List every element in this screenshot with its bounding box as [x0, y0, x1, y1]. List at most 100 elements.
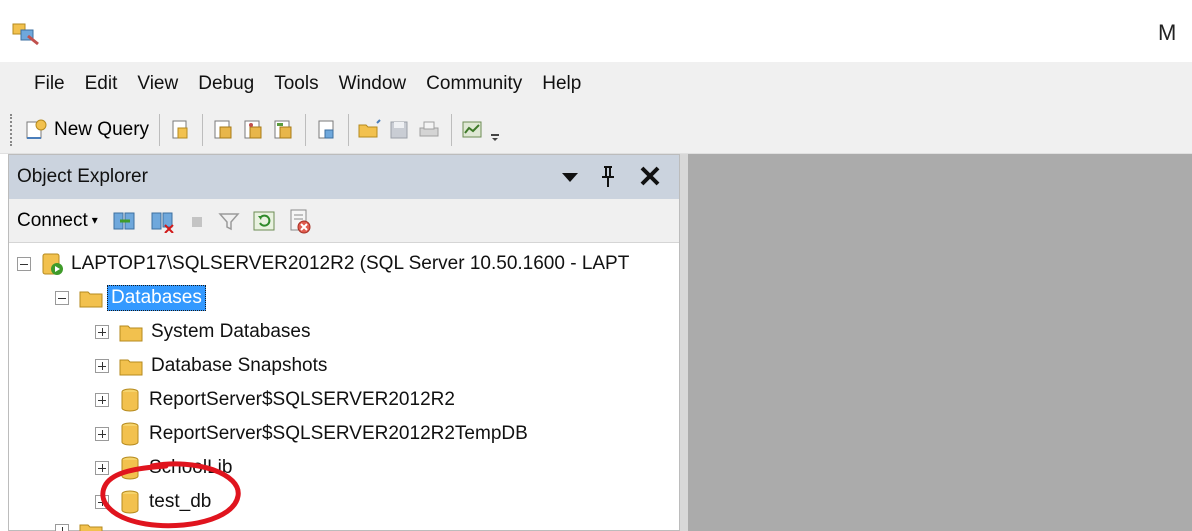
expand-toggle[interactable]	[95, 325, 109, 339]
tree-node-label: test_db	[149, 491, 212, 512]
expand-toggle[interactable]	[95, 427, 109, 441]
menu-window[interactable]: Window	[333, 73, 421, 95]
toolbar-grip[interactable]	[10, 113, 14, 146]
collapse-toggle[interactable]	[17, 257, 31, 271]
database-engine-query-button[interactable]	[211, 112, 235, 148]
xml-query-icon	[274, 120, 292, 138]
script-wizard-button[interactable]	[288, 208, 312, 234]
collapse-toggle[interactable]	[55, 291, 69, 305]
toolbar-separator	[159, 113, 161, 146]
database-icon	[121, 490, 139, 514]
tree-node-label: ReportServer$SQLSERVER2012R2	[149, 389, 455, 410]
toolbar-overflow-button[interactable]	[490, 112, 500, 148]
menu-edit[interactable]: Edit	[79, 73, 132, 95]
connect-server-icon	[113, 212, 135, 229]
tree-node-label: System Databases	[151, 321, 311, 342]
pin-icon[interactable]	[599, 161, 617, 197]
expand-toggle[interactable]	[95, 461, 109, 475]
connect-server-button[interactable]	[112, 209, 138, 233]
activity-monitor-button[interactable]	[460, 112, 484, 148]
databases-label: Databases	[107, 285, 206, 311]
menu-community[interactable]: Community	[420, 73, 536, 95]
tree-node-label: ReportServer$SQLSERVER2012R2TempDB	[149, 423, 528, 444]
tree-node-database[interactable]: ReportServer$SQLSERVER2012R2	[95, 383, 455, 417]
pane-splitter[interactable]	[680, 154, 688, 531]
menu-help[interactable]: Help	[536, 73, 595, 95]
activity-monitor-icon	[462, 121, 482, 137]
menu-tools[interactable]: Tools	[268, 73, 332, 95]
tree-node-label: SchoolLib	[149, 457, 233, 478]
folder-icon	[79, 291, 103, 308]
document-area	[688, 154, 1192, 531]
menu-debug[interactable]: Debug	[192, 73, 268, 95]
tree-node-server[interactable]: LAPTOP17\SQLSERVER2012R2 (SQL Server 10.…	[17, 247, 629, 281]
new-file-icon	[172, 120, 188, 138]
dropdown-arrow-icon[interactable]	[561, 161, 579, 197]
new-document-icon	[318, 120, 334, 138]
connect-label: Connect	[17, 209, 88, 231]
object-explorer-toolbar: Connect ▾	[9, 199, 679, 243]
server-label: LAPTOP17\SQLSERVER2012R2 (SQL Server 10.…	[71, 253, 630, 274]
save-icon	[390, 121, 408, 138]
tree-node-label: Database Snapshots	[151, 355, 328, 376]
save-button[interactable]	[387, 112, 411, 148]
tree-node-database-test-db[interactable]: test_db	[95, 485, 211, 519]
script-icon	[290, 209, 311, 233]
new-document-button[interactable]	[314, 112, 338, 148]
stop-button[interactable]	[188, 209, 206, 233]
analysis-services-query-button[interactable]	[241, 112, 265, 148]
overflow-chevron-icon	[491, 133, 500, 141]
connect-dropdown[interactable]: Connect ▾	[17, 210, 98, 232]
folder-icon	[79, 524, 103, 531]
standard-toolbar: New Query	[0, 106, 1192, 154]
expand-toggle[interactable]	[95, 495, 109, 509]
database-icon	[121, 456, 139, 480]
expand-toggle[interactable]	[55, 524, 69, 531]
disconnect-icon	[151, 212, 174, 233]
tree-node-database-snapshots[interactable]: Database Snapshots	[95, 349, 327, 383]
disconnect-button[interactable]	[150, 209, 176, 233]
database-query-icon	[214, 120, 232, 138]
folder-icon	[119, 325, 143, 342]
object-explorer-panel: Object Explorer Connect ▾ LAPTOP17\SQLSE…	[8, 154, 680, 531]
xml-query-button[interactable]	[271, 112, 295, 148]
new-query-icon	[26, 119, 47, 139]
folder-icon	[119, 359, 143, 376]
title-bar: M	[0, 0, 1192, 62]
toolbar-separator	[451, 113, 453, 146]
filter-icon	[218, 212, 240, 230]
tree-node-partial[interactable]	[55, 521, 103, 531]
toolbar-separator	[348, 113, 350, 146]
open-file-button[interactable]	[357, 112, 381, 148]
object-explorer-header: Object Explorer	[9, 155, 679, 199]
open-folder-icon	[358, 118, 381, 137]
database-icon	[121, 388, 139, 412]
menu-view[interactable]: View	[131, 73, 192, 95]
stop-icon	[191, 216, 202, 227]
window-title: M	[1158, 20, 1177, 45]
menu-file[interactable]: File	[28, 73, 79, 95]
print-button[interactable]	[417, 112, 441, 148]
server-icon	[42, 253, 63, 275]
tree-node-database[interactable]: ReportServer$SQLSERVER2012R2TempDB	[95, 417, 528, 451]
dropdown-caret-icon: ▾	[91, 213, 98, 228]
tree-node-databases[interactable]: Databases	[55, 281, 206, 315]
filter-button[interactable]	[218, 209, 240, 233]
refresh-icon	[253, 211, 275, 230]
new-query-label: New Query	[54, 118, 150, 140]
toolbar-separator	[305, 113, 307, 146]
close-icon[interactable]	[639, 161, 661, 197]
new-file-button[interactable]	[168, 112, 192, 148]
tree-node-database[interactable]: SchoolLib	[95, 451, 232, 485]
ssms-app-icon[interactable]	[12, 22, 40, 46]
expand-toggle[interactable]	[95, 359, 109, 373]
print-icon	[419, 121, 439, 136]
tree-node-system-databases[interactable]: System Databases	[95, 315, 310, 349]
object-explorer-title: Object Explorer	[17, 166, 148, 187]
menu-bar: File Edit View Debug Tools Window Commun…	[0, 62, 1192, 106]
expand-toggle[interactable]	[95, 393, 109, 407]
new-query-button[interactable]: New Query	[24, 112, 149, 148]
analysis-query-icon	[244, 120, 262, 138]
toolbar-separator	[202, 113, 204, 146]
refresh-button[interactable]	[252, 209, 276, 233]
